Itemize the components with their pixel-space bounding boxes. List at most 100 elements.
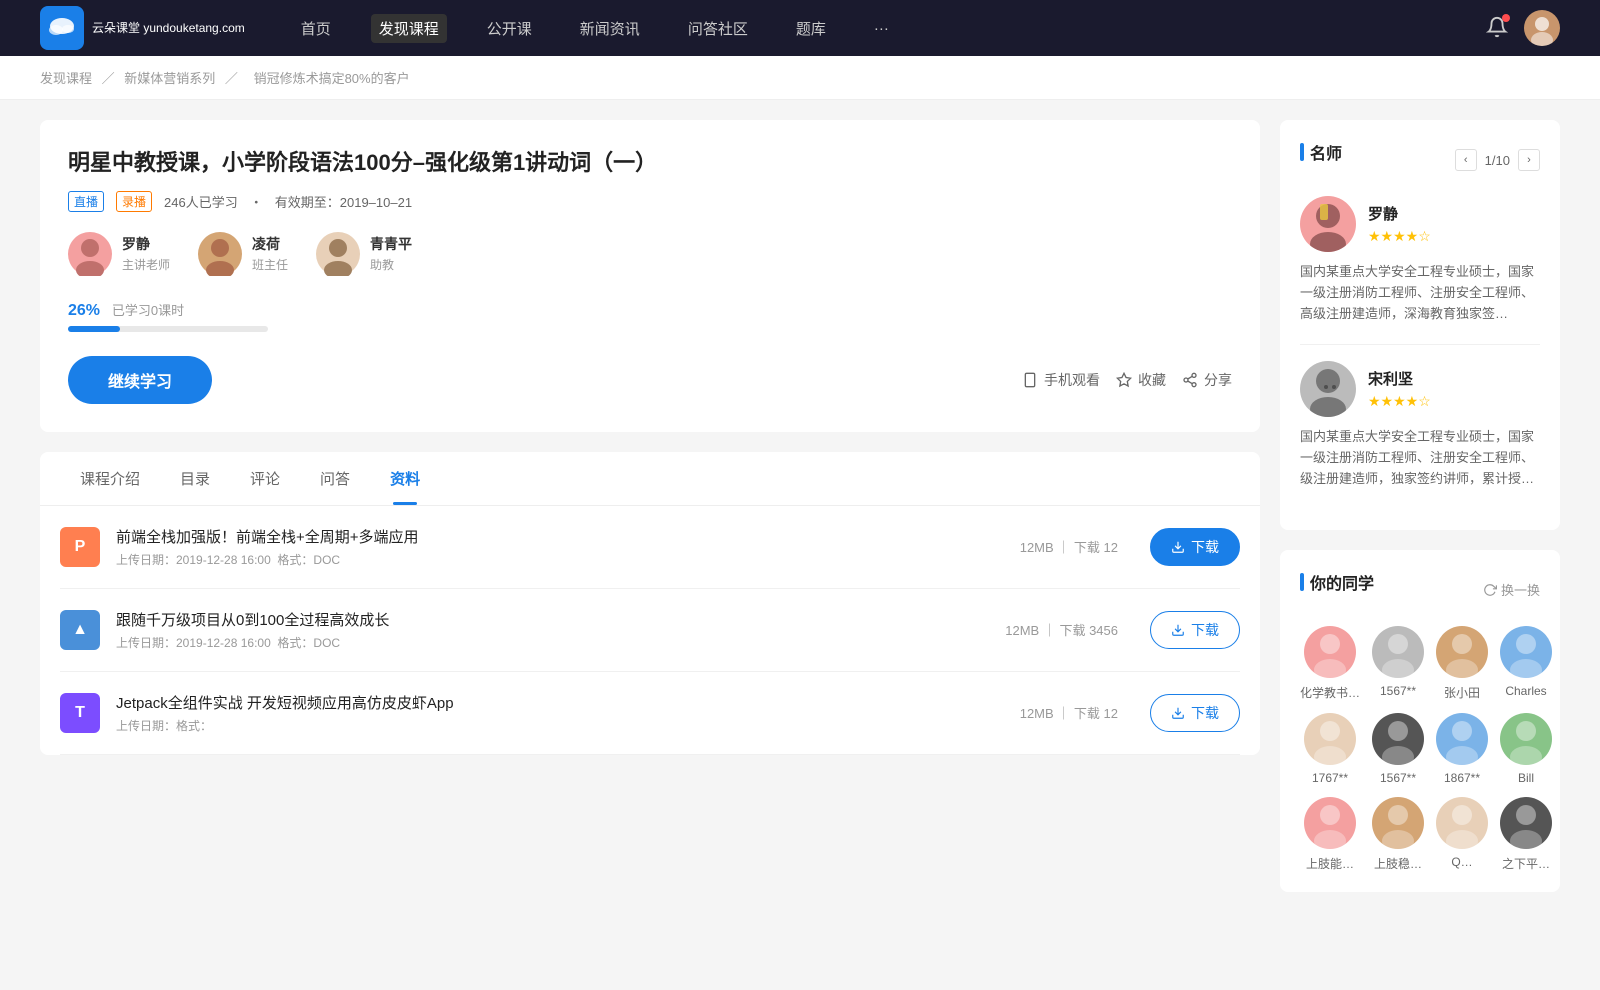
course-valid: ・ [250, 192, 263, 211]
user-avatar[interactable] [1524, 10, 1560, 46]
file-info-3: Jetpack全组件实战 开发短视频应用高仿皮皮虾App 上传日期：格式： [116, 692, 1004, 734]
classmate-item-7[interactable]: Bill [1500, 713, 1552, 785]
famous-teacher-2-desc: 国内某重点大学安全工程专业硕士，国家一级注册消防工程师、注册安全工程师、级注册建… [1300, 427, 1540, 489]
action-buttons: 手机观看 收藏 分享 [1022, 370, 1232, 390]
tab-material[interactable]: 资料 [370, 452, 440, 505]
progress-percent: 26% [68, 302, 100, 319]
teacher-3-name: 青青平 [370, 234, 412, 254]
main-content: 明星中教授课，小学阶段语法100分–强化级第1讲动词（一） 直播 录播 246人… [40, 120, 1260, 912]
file-meta-3: 上传日期：格式： [116, 717, 1004, 734]
download-label-1: 下载 [1191, 537, 1219, 557]
classmate-item-9[interactable]: 上肢稳… [1372, 797, 1424, 872]
file-name-1: 前端全栈加强版！前端全栈+全周期+多端应用 [116, 526, 1004, 547]
famous-teacher-1-stars: ★★★★☆ [1368, 228, 1431, 245]
tab-intro[interactable]: 课程介绍 [60, 452, 160, 505]
classmate-item-10[interactable]: Q… [1436, 797, 1488, 872]
nav-quiz[interactable]: 题库 [788, 14, 834, 43]
continue-learning-button[interactable]: 继续学习 [68, 356, 212, 404]
file-stats-1: 12MB ｜ 下载 12 [1020, 537, 1118, 556]
prev-page-button[interactable]: ‹ [1455, 149, 1477, 171]
nav-news[interactable]: 新闻资讯 [572, 14, 648, 43]
tab-review[interactable]: 评论 [230, 452, 300, 505]
next-page-button[interactable]: › [1518, 149, 1540, 171]
teachers-section-header: 名师 ‹ 1/10 › [1300, 140, 1540, 180]
breadcrumb-discover[interactable]: 发现课程 [40, 71, 92, 86]
tabs-card: 课程介绍 目录 评论 问答 资料 P 前端全栈加强版！前端全栈+全周期+多端应用… [40, 452, 1260, 755]
classmates-header: 你的同学 换一换 [1300, 570, 1540, 610]
share-label: 分享 [1204, 370, 1232, 390]
classmate-item-11[interactable]: 之下平… [1500, 797, 1552, 872]
classmate-avatar-0 [1304, 626, 1356, 678]
classmate-avatar-9 [1372, 797, 1424, 849]
classmate-name-8: 上肢能… [1306, 855, 1354, 872]
file-meta-2: 上传日期：2019-12-28 16:00 格式：DOC [116, 634, 989, 651]
classmate-name-3: Charles [1505, 684, 1546, 698]
nav-qa[interactable]: 问答社区 [680, 14, 756, 43]
classmate-item-3[interactable]: Charles [1500, 626, 1552, 701]
progress-sub: 已学习0课时 [112, 303, 184, 318]
badge-live: 直播 [68, 191, 104, 212]
download-label-3: 下载 [1191, 703, 1219, 723]
breadcrumb: 发现课程 ／ 新媒体营销系列 ／ 销冠修炼术搞定80%的客户 [0, 56, 1600, 100]
classmate-name-1: 1567** [1380, 684, 1416, 698]
classmate-item-1[interactable]: 1567** [1372, 626, 1424, 701]
logo[interactable]: 云朵课堂 yundouketang.com [40, 6, 245, 50]
phone-watch-button[interactable]: 手机观看 [1022, 370, 1100, 390]
classmate-avatar-1 [1372, 626, 1424, 678]
teacher-1-role: 主讲老师 [122, 256, 170, 273]
classmate-name-2: 张小田 [1444, 684, 1480, 701]
download-label-2: 下载 [1191, 620, 1219, 640]
classmate-item-5[interactable]: 1567** [1372, 713, 1424, 785]
progress-bar-fill [68, 326, 120, 332]
classmate-name-5: 1567** [1380, 771, 1416, 785]
navbar: 云朵课堂 yundouketang.com 首页 发现课程 公开课 新闻资讯 问… [0, 0, 1600, 56]
classmate-avatar-7 [1500, 713, 1552, 765]
logo-icon [40, 6, 84, 50]
file-icon-2: ▲ [60, 610, 100, 650]
tab-qa[interactable]: 问答 [300, 452, 370, 505]
refresh-label: 换一换 [1501, 580, 1540, 599]
file-item-1: P 前端全栈加强版！前端全栈+全周期+多端应用 上传日期：2019-12-28 … [60, 506, 1240, 589]
classmate-item-6[interactable]: 1867** [1436, 713, 1488, 785]
notification-dot [1502, 14, 1510, 22]
nav-discover[interactable]: 发现课程 [371, 14, 447, 43]
notification-bell[interactable] [1486, 16, 1508, 41]
classmate-item-4[interactable]: 1767** [1300, 713, 1360, 785]
teacher-1-name: 罗静 [122, 234, 170, 254]
course-actions: 继续学习 手机观看 收藏 分享 [68, 356, 1232, 404]
classmate-avatar-5 [1372, 713, 1424, 765]
download-button-1[interactable]: 下载 [1150, 528, 1240, 566]
classmate-avatar-11 [1500, 797, 1552, 849]
file-list: P 前端全栈加强版！前端全栈+全周期+多端应用 上传日期：2019-12-28 … [40, 506, 1260, 755]
classmate-avatar-8 [1304, 797, 1356, 849]
badge-record: 录播 [116, 191, 152, 212]
teacher-2: 凌荷 班主任 [198, 232, 288, 276]
download-button-2[interactable]: 下载 [1150, 611, 1240, 649]
refresh-classmates-button[interactable]: 换一换 [1483, 580, 1540, 599]
share-button[interactable]: 分享 [1182, 370, 1232, 390]
file-stats-2: 12MB ｜ 下载 3456 [1005, 620, 1118, 639]
classmate-item-2[interactable]: 张小田 [1436, 626, 1488, 701]
download-button-3[interactable]: 下载 [1150, 694, 1240, 732]
breadcrumb-current: 销冠修炼术搞定80%的客户 [254, 71, 410, 86]
progress-bar-bg [68, 326, 268, 332]
file-name-3: Jetpack全组件实战 开发短视频应用高仿皮皮虾App [116, 692, 1004, 713]
famous-teachers-card: 名师 ‹ 1/10 › [1280, 120, 1560, 530]
breadcrumb-series[interactable]: 新媒体营销系列 [124, 71, 215, 86]
nav-more[interactable]: ··· [866, 16, 897, 41]
file-icon-1: P [60, 527, 100, 567]
tab-catalog[interactable]: 目录 [160, 452, 230, 505]
file-info-1: 前端全栈加强版！前端全栈+全周期+多端应用 上传日期：2019-12-28 16… [116, 526, 1004, 568]
nav-home[interactable]: 首页 [293, 14, 339, 43]
famous-teacher-1-avatar [1300, 196, 1356, 252]
file-info-2: 跟随千万级项目从0到100全过程高效成长 上传日期：2019-12-28 16:… [116, 609, 989, 651]
classmate-item-0[interactable]: 化学教书… [1300, 626, 1360, 701]
course-title: 明星中教授课，小学阶段语法100分–强化级第1讲动词（一） [68, 148, 1232, 179]
phone-watch-label: 手机观看 [1044, 370, 1100, 390]
classmate-name-0: 化学教书… [1300, 684, 1360, 701]
collect-button[interactable]: 收藏 [1116, 370, 1166, 390]
famous-teacher-2: 宋利坚 ★★★★☆ 国内某重点大学安全工程专业硕士，国家一级注册消防工程师、注册… [1300, 361, 1540, 489]
classmate-item-8[interactable]: 上肢能… [1300, 797, 1360, 872]
famous-teacher-2-header: 宋利坚 ★★★★☆ [1300, 361, 1540, 417]
nav-public[interactable]: 公开课 [479, 14, 540, 43]
